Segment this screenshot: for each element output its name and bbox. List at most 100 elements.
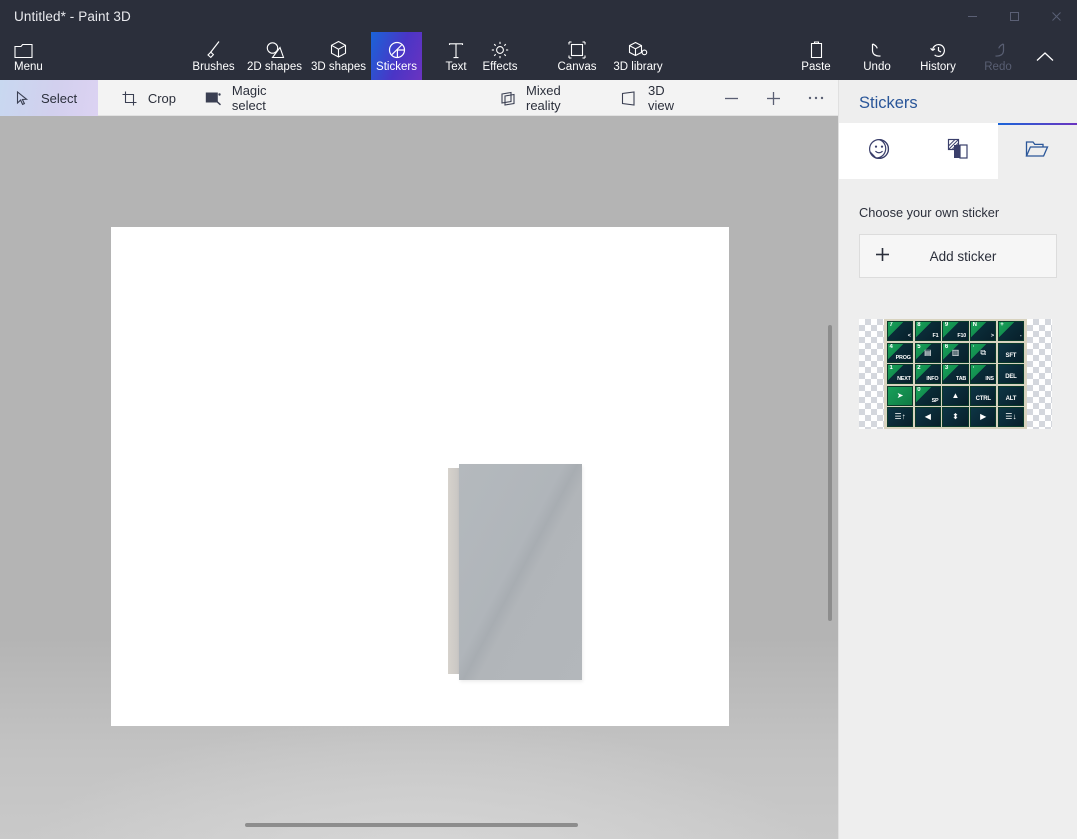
panel-body: Choose your own sticker Add sticker 7<8F…	[839, 205, 1077, 429]
magic-select-icon	[204, 91, 223, 106]
keypad-image: 7<8F19F10N>+-4PROG5▤6▥·⧉SFT1NEXT2INFO3TA…	[884, 319, 1027, 429]
ribbon-tool-paste-label: Paste	[801, 60, 830, 74]
history-icon	[930, 38, 947, 59]
3d-shapes-icon	[330, 38, 347, 59]
keypad-key: 0 SP	[915, 386, 941, 406]
select-button[interactable]: Select	[0, 80, 98, 116]
keypad-key-top-label: 5	[917, 344, 920, 351]
ribbon-tool-text[interactable]: Text	[437, 32, 475, 80]
keypad-key: ➤	[887, 386, 913, 406]
panel-title: Stickers	[839, 80, 1077, 123]
add-sticker-button[interactable]: Add sticker	[859, 234, 1057, 278]
ribbon-tool-text-label: Text	[445, 60, 466, 74]
horizontal-scrollbar[interactable]	[245, 823, 578, 827]
grey-3d-slab[interactable]	[448, 464, 584, 682]
keypad-key: ☰↑	[887, 407, 913, 427]
ribbon-tool-stickers[interactable]: Stickers	[371, 32, 422, 80]
3d-view-label: 3D view	[648, 83, 685, 113]
menu-label: Menu	[14, 60, 43, 74]
tab-textures[interactable]	[918, 123, 997, 179]
keypad-key-glyph: ▶	[980, 413, 986, 421]
cursor-arrow-icon	[12, 91, 32, 106]
zoom-in-button[interactable]	[756, 80, 790, 116]
ribbon-tool-undo[interactable]: Undo	[854, 32, 900, 80]
ribbon-tool-undo-label: Undo	[863, 60, 891, 74]
keypad-key: ▶	[970, 407, 996, 427]
paste-icon	[809, 38, 824, 59]
text-icon	[448, 38, 464, 59]
keypad-key-bottom-label: PROG	[896, 355, 911, 362]
minimize-icon[interactable]	[951, 0, 993, 32]
ribbon-toolbar: Menu Brushes 2D shapes	[0, 32, 1077, 80]
keypad-key: 1NEXT	[887, 364, 913, 384]
ribbon-tool-3d-library[interactable]: 3D library	[604, 32, 672, 80]
keypad-key: N>	[970, 321, 996, 341]
keypad-key-bottom-label: DEL	[1005, 374, 1016, 381]
keypad-key: 2 INFO	[915, 364, 941, 384]
chevron-up-icon[interactable]	[1023, 32, 1067, 80]
keypad-key: ·INS	[970, 364, 996, 384]
ribbon-tool-canvas-label: Canvas	[558, 60, 597, 74]
crop-button[interactable]: Crop	[108, 80, 188, 116]
keypad-key-glyph: ◀	[925, 413, 931, 421]
tool-options-bar: Select Crop Magic select	[0, 80, 838, 116]
ribbon-tool-3d-library-label: 3D library	[613, 60, 662, 74]
keypad-key-top-label: 4	[890, 344, 893, 351]
title-bar: Untitled* - Paint 3D	[0, 0, 1077, 32]
ribbon-tool-history[interactable]: History	[912, 32, 964, 80]
keypad-key-top-label: 0	[917, 387, 920, 394]
magic-select-button[interactable]: Magic select	[192, 80, 312, 116]
undo-icon	[869, 38, 886, 59]
ribbon-tool-3d-shapes[interactable]: 3D shapes	[307, 32, 370, 80]
ribbon-tool-2d-shapes-label: 2D shapes	[247, 60, 302, 74]
keypad-key: 4PROG	[887, 343, 913, 363]
vertical-scrollbar[interactable]	[828, 325, 832, 621]
menu-button[interactable]: Menu	[12, 32, 58, 80]
ribbon-tool-2d-shapes[interactable]: 2D shapes	[243, 32, 306, 80]
minus-icon	[721, 91, 741, 106]
keypad-key-top-label: 2	[917, 365, 920, 372]
mixed-reality-label: Mixed reality	[526, 83, 585, 113]
keypad-key-top-label: 9	[945, 322, 948, 329]
keypad-key-top-label: 8	[917, 322, 920, 329]
canvas-sheet[interactable]	[111, 227, 729, 726]
keypad-key: 9 F10	[942, 321, 968, 341]
keypad-key-bottom-label: F10	[957, 333, 966, 340]
stickers-panel: Stickers	[838, 80, 1077, 839]
3d-library-icon	[628, 38, 648, 59]
keypad-key: SFT	[998, 343, 1024, 363]
keypad-key: ⬍	[942, 407, 968, 427]
keypad-key: ALT	[998, 386, 1024, 406]
keypad-key-bottom-label: CTRL	[976, 396, 991, 403]
tab-stickers[interactable]	[839, 123, 918, 179]
keypad-key-glyph: ▥	[952, 349, 960, 357]
close-icon[interactable]	[1035, 0, 1077, 32]
ribbon-tool-effects[interactable]: Effects	[476, 32, 524, 80]
keypad-key-bottom-label: SFT	[1006, 353, 1017, 360]
keypad-key-bottom-label: >	[991, 333, 994, 340]
3d-view-button[interactable]: 3D view	[609, 80, 697, 116]
keypad-key: 7<	[887, 321, 913, 341]
keypad-key-bottom-label: SP	[932, 398, 939, 405]
folder-open-icon	[1025, 139, 1049, 164]
zoom-out-button[interactable]	[714, 80, 748, 116]
keypad-key-bottom-label: INFO	[926, 376, 938, 383]
keypad-photo-sticker[interactable]: 7<8F19F10N>+-4PROG5▤6▥·⧉SFT1NEXT2INFO3TA…	[859, 319, 1052, 429]
keypad-key-top-label: 7	[890, 322, 893, 329]
ellipsis-icon	[806, 95, 826, 101]
ribbon-tool-paste[interactable]: Paste	[792, 32, 840, 80]
maximize-icon[interactable]	[993, 0, 1035, 32]
canvas-workspace[interactable]	[0, 116, 838, 839]
keypad-key-glyph: ▲	[952, 392, 960, 400]
more-options-button[interactable]	[800, 80, 832, 116]
keypad-key-glyph: ➤	[897, 392, 904, 400]
menu-icon	[14, 38, 33, 59]
window-controls	[951, 0, 1077, 32]
ribbon-tool-canvas[interactable]: Canvas	[552, 32, 602, 80]
window-title: Untitled* - Paint 3D	[14, 9, 131, 24]
keypad-key: 3TAB	[942, 364, 968, 384]
ribbon-tool-brushes[interactable]: Brushes	[187, 32, 240, 80]
tab-custom-stickers[interactable]	[998, 123, 1077, 179]
ribbon-tool-history-label: History	[920, 60, 956, 74]
mixed-reality-button[interactable]: Mixed reality	[487, 80, 597, 116]
